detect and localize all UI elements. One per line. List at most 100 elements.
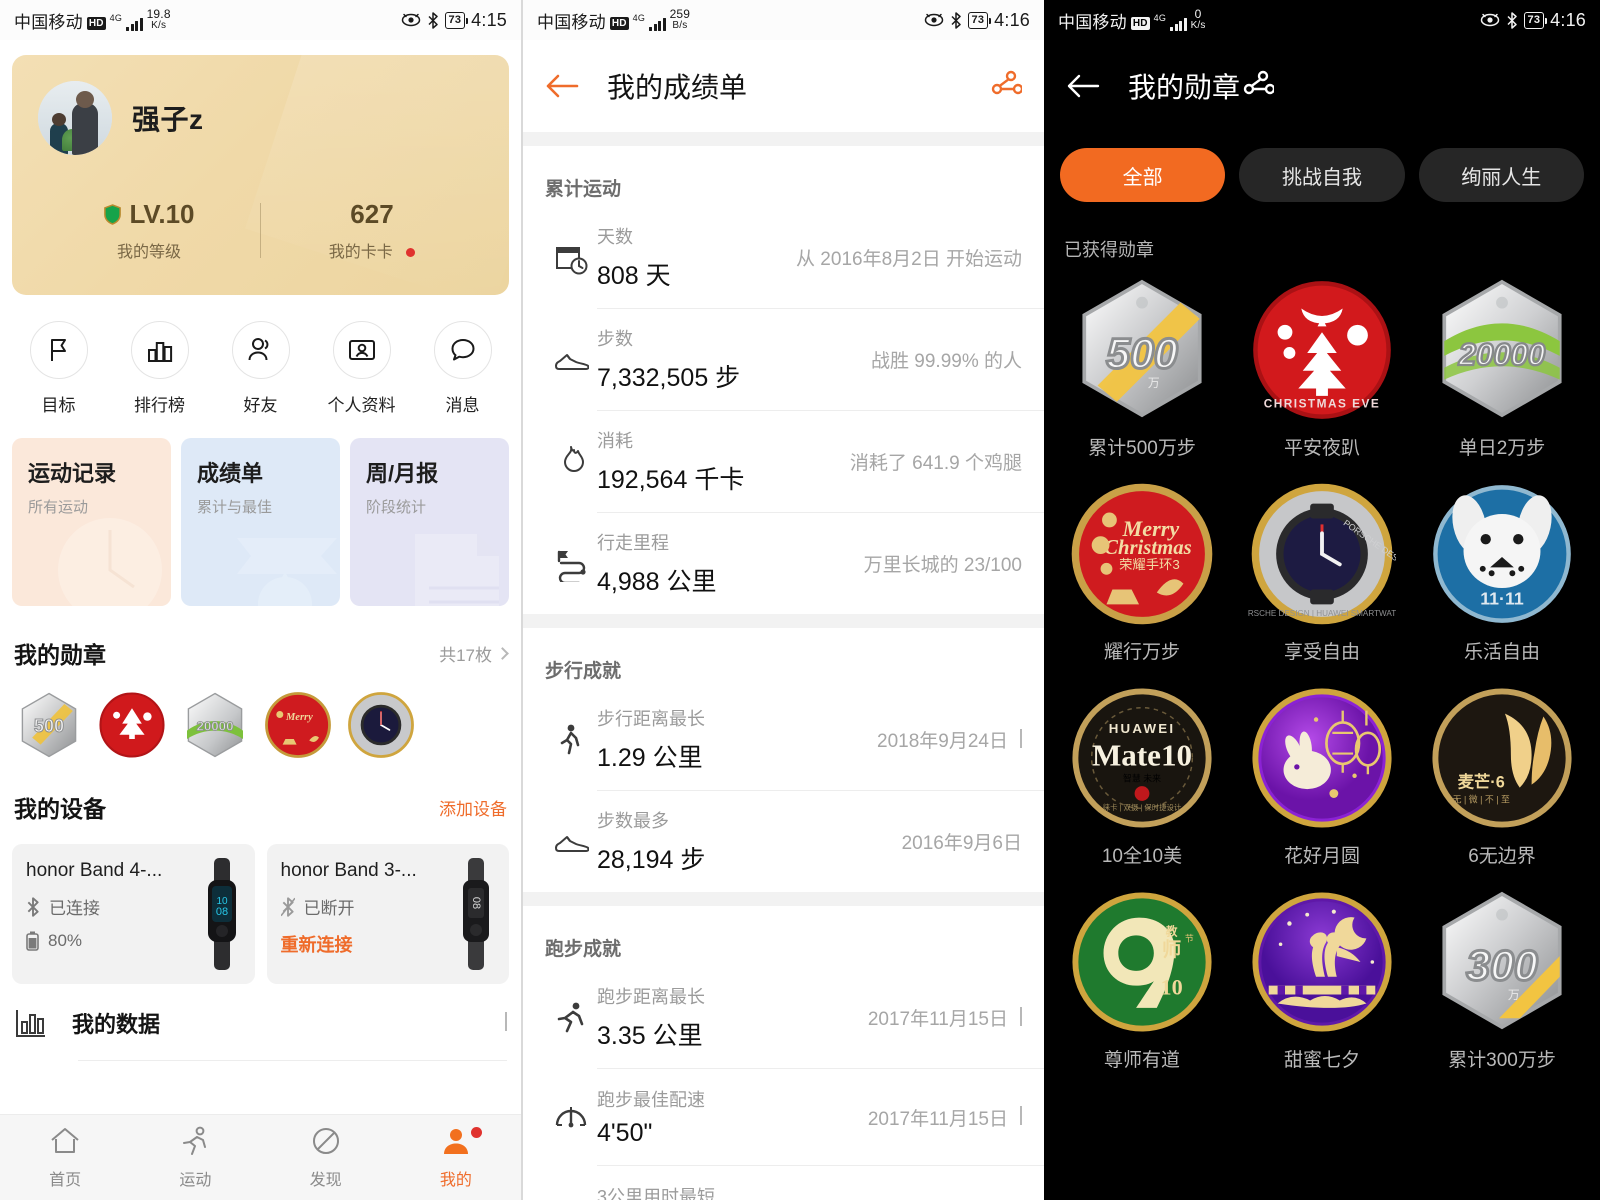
medal-thumb-20000[interactable]: 20000 (180, 690, 250, 760)
network-type-label: 4G (632, 12, 646, 23)
network-type-label: 4G (1153, 12, 1167, 23)
medal-item[interactable]: HUAWEI Mate10 智慧 未来 徕卡 | 双摄 | 保时捷设计 10全10美 (1052, 676, 1232, 874)
device-card[interactable]: honor Band 3-... 已断开 重新连接 08 (266, 844, 509, 984)
quick-action-label: 消息 (445, 396, 480, 415)
network-speed-indicator: 259 B/s (669, 6, 691, 31)
medal-thumb-merry-christmas[interactable]: Merry (263, 690, 333, 760)
tab-mine[interactable]: 我的 (391, 1125, 521, 1190)
app-bar-my-medals: 我的勋章 (1044, 40, 1600, 132)
panel-report-card: 中国移动 HD 4G 259 B/s 73 4:16 我的成绩单 累计运动 天数… (521, 0, 1044, 1200)
device-status: 已连接 (49, 899, 100, 918)
profile-card[interactable]: 强子z LV.10 我的等级 627 我的卡卡 (12, 55, 509, 295)
stat-row-most-steps[interactable]: 步数最多 28,194 步 2016年9月6日 (523, 791, 1044, 892)
medal-item[interactable]: 500 万 累计500万步 (1052, 268, 1232, 466)
medal-item[interactable]: 花好月圆 (1232, 676, 1412, 874)
stat-value: 4,988 公里 (597, 568, 717, 596)
device-status: 已断开 (303, 899, 355, 918)
quick-action-messages[interactable]: 消息 (412, 321, 513, 416)
stat-row-days[interactable]: 天数 808 天 从 2016年8月2日 开始运动 (523, 207, 1044, 308)
stat-value: 1.29 公里 (597, 744, 703, 772)
quick-action-ranking[interactable]: 排行榜 (109, 321, 210, 416)
svg-text:08: 08 (215, 906, 227, 918)
medal-name: 耀行万步 (1103, 642, 1180, 663)
svg-text:300: 300 (1466, 942, 1538, 990)
medal-name: 尊师有道 (1103, 1050, 1180, 1071)
filter-chip-challenge-self[interactable]: 挑战自我 (1239, 148, 1405, 202)
three-phone-screenshots: 中国移动 HD 4G 19.8 K/s 73 4:15 强子z LV.10 我的… (0, 0, 1600, 1200)
stat-key: 跑步最佳配速 (597, 1090, 705, 1110)
svg-text:08: 08 (470, 897, 482, 909)
signal-bars-icon (1170, 17, 1187, 31)
medal-item[interactable]: CHRISTMAS EVE 平安夜趴 (1232, 268, 1412, 466)
quick-action-goal[interactable]: 目标 (8, 321, 109, 416)
stat-value: 28,194 步 (597, 846, 706, 874)
medal-item[interactable]: 麦芒·6 无 | 微 | 不 | 至 6无边界 (1412, 676, 1592, 874)
device-card[interactable]: honor Band 4-... 已连接 80% 10 08 (12, 844, 255, 984)
points-value: 627 (350, 199, 394, 229)
svg-text:20000: 20000 (197, 719, 234, 734)
medal-blue-dog-1111-icon: 11·11 (1433, 485, 1571, 623)
stat-key: 步数最多 (597, 811, 669, 831)
stat-row-longest-walk[interactable]: 步行距离最长 1.29 公里 2018年9月24日 (523, 689, 1044, 790)
section-title: 累计运动 (545, 179, 622, 200)
medal-item[interactable]: 300 万 累计300万步 (1412, 880, 1592, 1078)
my-data-row[interactable]: 我的数据 (14, 1006, 507, 1060)
filter-chip-all[interactable]: 全部 (1060, 148, 1226, 202)
feature-card-title: 成绩单 (197, 461, 264, 486)
stat-row-3k-time[interactable]: 3K 3公里用时最短 00:17:21 2017年11月15日 (523, 1166, 1044, 1200)
points-stat[interactable]: 627 我的卡卡 (261, 199, 483, 262)
medal-item[interactable]: Merry Christmas 荣耀手环3 耀行万步 (1052, 472, 1232, 670)
back-arrow-icon[interactable] (545, 72, 579, 100)
message-icon (451, 339, 474, 361)
medal-item[interactable]: PORSCHE DESIGNPORSCHE DESIGN | HUAWEI SM… (1232, 472, 1413, 670)
status-bar-panel2: 中国移动 HD 4G 259 B/s 73 4:16 (523, 0, 1044, 40)
feature-card-exercise-records[interactable]: 运动记录 所有运动 (12, 438, 171, 606)
medal-item[interactable]: 甜蜜七夕 (1232, 880, 1412, 1078)
chevron-right-icon (1020, 1106, 1022, 1125)
section-gap (523, 132, 1044, 146)
section-title: 跑步成就 (545, 939, 622, 960)
tab-label: 我的 (439, 1172, 472, 1189)
feature-card-report-card[interactable]: 成绩单 累计与最佳 (181, 438, 340, 606)
stat-row-calories[interactable]: 消耗 192,564 千卡 消耗了 641.9 个鸡腿 (523, 411, 1044, 512)
stat-row-best-pace[interactable]: 跑步最佳配速 4'50" 2017年11月15日 (523, 1069, 1044, 1165)
add-device-label: 添加设备 (439, 799, 507, 819)
bottom-tab-bar: 首页 运动 发现 我的 (0, 1114, 521, 1200)
share-icon[interactable] (988, 70, 1022, 102)
back-arrow-icon[interactable] (1066, 72, 1100, 100)
medal-thumb-christmas-eve[interactable] (97, 690, 167, 760)
medal-item[interactable]: 20000 单日2万步 (1412, 268, 1592, 466)
medal-item[interactable]: 11·11 乐活自由 (1412, 472, 1592, 670)
tab-home[interactable]: 首页 (0, 1125, 130, 1190)
share-icon[interactable] (1240, 70, 1275, 102)
tab-discover[interactable]: 发现 (261, 1125, 391, 1190)
filter-chip-colorful-life[interactable]: 绚丽人生 (1418, 148, 1584, 202)
medal-thumb-porsche-watch[interactable] (346, 690, 416, 760)
quick-action-friends[interactable]: 好友 (210, 321, 311, 416)
medal-name: 花好月圆 (1283, 846, 1360, 867)
medal-name: 平安夜趴 (1283, 438, 1360, 459)
svg-text:HUAWEI: HUAWEI (1109, 721, 1176, 736)
discover-icon (312, 1128, 339, 1154)
stat-row-steps[interactable]: 步数 7,332,505 步 战胜 99.99% 的人 (523, 309, 1044, 410)
medals-section-header[interactable]: 我的勋章 共17枚 (14, 636, 509, 670)
level-stat[interactable]: LV.10 我的等级 (38, 199, 260, 262)
chevron-right-icon (1020, 1006, 1022, 1026)
tab-exercise[interactable]: 运动 (130, 1125, 260, 1190)
feature-card-weekly-monthly-report[interactable]: 周/月报 阶段统计 (350, 438, 509, 606)
add-device-button[interactable]: 添加设备 (439, 795, 507, 820)
avatar[interactable] (38, 81, 112, 155)
clock-label: 4:16 (1550, 9, 1586, 30)
device-battery: 80% (48, 931, 83, 950)
medal-item[interactable]: 教师节 10 尊师有道 (1052, 880, 1232, 1078)
stat-row-longest-run[interactable]: 跑步距离最长 3.35 公里 2017年11月15日 (523, 967, 1044, 1068)
stat-meta: 从 2016年8月2日 开始运动 (796, 249, 1022, 270)
medal-hex-green-20000-icon: 20000 (1442, 279, 1562, 418)
medal-christmas-eve-icon: CHRISTMAS EVE (1253, 281, 1391, 419)
medal-purple-qixi-bridge-icon (1252, 892, 1392, 1032)
quick-action-personal-info[interactable]: 个人资料 (311, 321, 412, 416)
network-type-label: 4G (109, 12, 123, 23)
stat-row-distance[interactable]: 行走里程 4,988 公里 万里长城的 23/100 (523, 513, 1044, 614)
section-running-achievements: 跑步成就 跑步距离最长 3.35 公里 2017年11月15日 跑步最佳配速 4… (523, 906, 1044, 1200)
medal-thumb-500w[interactable]: 500 (14, 690, 84, 760)
